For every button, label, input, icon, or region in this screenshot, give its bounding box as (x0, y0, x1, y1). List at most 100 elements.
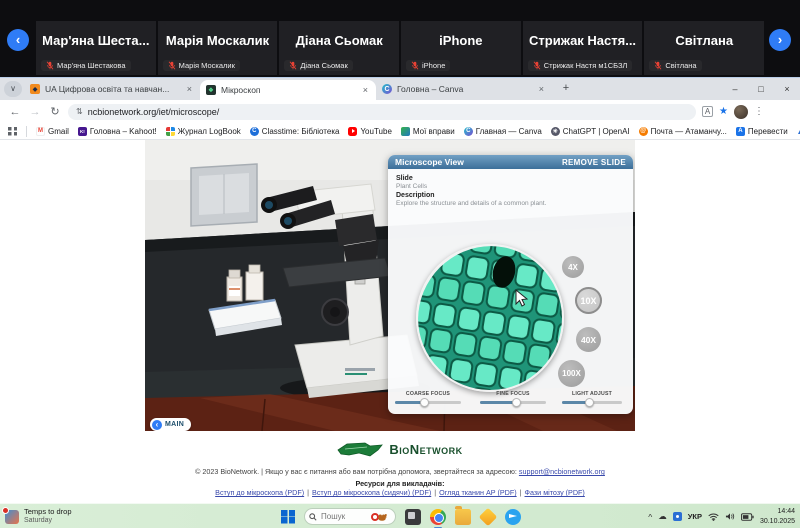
speaker-icon[interactable] (725, 512, 735, 521)
bookmark-mail[interactable]: @Почта — Атаманчу... (639, 127, 727, 136)
logbook-icon (166, 127, 175, 136)
bionetwork-logo: BioNetwork (0, 441, 800, 458)
weather-widget[interactable]: Temps to drop Saturday (5, 506, 72, 527)
participant-tile[interactable]: Діана Сьомак Діана Сьомак (279, 21, 399, 75)
main-button[interactable]: ‹ MAIN (150, 418, 191, 431)
chrome-taskbar-icon[interactable] (430, 509, 446, 525)
bookmark-logbook[interactable]: Журнал LogBook (166, 127, 241, 136)
mitosis-phases-link[interactable]: Фази мітозу (PDF) (525, 488, 585, 497)
exercises-icon (401, 127, 410, 136)
microscope-eyepiece-view[interactable] (416, 244, 564, 392)
resources-title: Ресурси для викладачів: (0, 479, 800, 488)
video-call-strip: ‹ Мар'яна Шеста... Мар'яна Шестакова Мар… (0, 0, 800, 77)
windows-taskbar: Temps to drop Saturday ^ ☁ (0, 503, 800, 528)
brand-name: BioNetwork (389, 442, 462, 457)
onedrive-cloud-icon[interactable]: ☁ (658, 511, 667, 522)
tray-app-icon[interactable] (673, 512, 682, 521)
maximize-button[interactable]: □ (748, 78, 774, 100)
mic-muted-icon (46, 61, 54, 70)
scroll-participants-right-button[interactable]: › (769, 29, 791, 51)
tissue-overview-link[interactable]: Огляд тканин AP (PDF) (439, 488, 517, 497)
participant-tile[interactable]: Стрижак Настя... Стрижак Настя м1СБЗЛ (523, 21, 643, 75)
participant-tile[interactable]: iPhone iPhone (401, 21, 521, 75)
browser-menu-icon[interactable]: ⋮ (754, 106, 764, 117)
taskbar-center (281, 504, 521, 528)
magnification-4x-button[interactable]: 4X (562, 256, 584, 278)
slider-thumb[interactable] (585, 398, 594, 407)
bookmark-exercises[interactable]: Мої вправи (401, 127, 455, 136)
page-content: Microscope View REMOVE SLIDE Slide Plant… (0, 140, 800, 503)
new-tab-button[interactable]: + (558, 81, 574, 97)
bookmark-star-icon[interactable]: ★ (719, 106, 728, 117)
tab-canva[interactable]: C Головна – Canva × (376, 78, 552, 100)
wifi-icon[interactable] (708, 512, 719, 521)
back-icon[interactable]: ← (8, 106, 22, 118)
resource-links: Вступ до мікроскопа (PDF)|Вступ до мікро… (0, 488, 800, 497)
bookmark-translate[interactable]: AПеревести (736, 127, 788, 136)
weather-title: Temps to drop (24, 507, 72, 516)
tab-microscope[interactable]: ❖ Мікроскоп × (200, 80, 376, 100)
slide-value: Plant Cells (396, 183, 625, 190)
tab-ua-osvita[interactable]: ◆ UA Цифрова освіта та навчан... × (24, 78, 200, 100)
translate-page-icon[interactable]: A (702, 106, 713, 117)
mic-muted-icon (654, 61, 662, 70)
translate-icon: A (736, 127, 745, 136)
clock[interactable]: 14:44 30.10.2025 (760, 507, 795, 525)
forward-icon[interactable]: → (28, 106, 42, 118)
site-info-icon[interactable]: ⇅ (76, 107, 83, 116)
minimize-button[interactable]: – (722, 78, 748, 100)
bookmark-gmail[interactable]: MGmail (36, 127, 69, 136)
battery-icon[interactable] (741, 513, 754, 521)
slider-thumb[interactable] (420, 398, 429, 407)
participant-chip: Стрижак Настя м1СБЗЛ (528, 60, 633, 71)
support-email-link[interactable]: support@ncbionetwork.org (519, 467, 605, 476)
bookmark-kahoot[interactable]: K!Головна – Kahoot! (78, 127, 157, 136)
magnification-40x-button[interactable]: 40X (576, 327, 601, 352)
task-view-icon[interactable] (405, 509, 421, 525)
bookmark-canva[interactable]: CГлавная — Canva (464, 127, 542, 136)
remove-slide-button[interactable]: REMOVE SLIDE (562, 158, 626, 167)
apps-grid-icon[interactable] (8, 127, 17, 136)
language-indicator[interactable]: УКР (688, 512, 702, 521)
taskbar-search[interactable] (304, 508, 396, 525)
bookmark-chatgpt[interactable]: ✳ChatGPT | OpenAI (551, 127, 630, 136)
light-adjust-slider[interactable]: LIGHT ADJUST (562, 391, 622, 404)
plant-cells-image (418, 246, 564, 392)
tab-search-button[interactable]: ∨ (4, 81, 22, 97)
participant-tile[interactable]: Марія Москалик Марія Москалик (158, 21, 278, 75)
close-tab-icon[interactable]: × (361, 85, 370, 95)
magnification-100x-button[interactable]: 100X (558, 360, 585, 387)
close-window-button[interactable]: × (774, 78, 800, 100)
participant-name: iPhone (439, 33, 482, 64)
fine-focus-slider[interactable]: FINE FOCUS (480, 391, 546, 404)
magnification-10x-button[interactable]: 10X (575, 287, 602, 314)
mic-muted-icon (411, 61, 419, 70)
file-explorer-icon[interactable] (455, 509, 471, 525)
bookmark-classtime[interactable]: CClasstime: Бібліотека (250, 127, 340, 136)
participant-name: Марія Москалик (166, 33, 269, 64)
start-button-icon[interactable] (281, 510, 295, 524)
mic-muted-icon (168, 61, 176, 70)
mic-muted-icon (289, 61, 297, 70)
bookmark-youtube[interactable]: YouTube (348, 127, 391, 136)
coarse-focus-slider[interactable]: COARSE FOCUS (395, 391, 461, 404)
intro-microscope-seated-link[interactable]: Вступ до мікроскопа (сидячи) (PDF) (312, 488, 431, 497)
slider-thumb[interactable] (512, 398, 521, 407)
search-highlight-icon[interactable] (371, 511, 387, 523)
profile-avatar[interactable] (734, 105, 748, 119)
intro-microscope-link[interactable]: Вступ до мікроскопа (PDF) (215, 488, 304, 497)
search-input[interactable] (321, 512, 367, 521)
scroll-participants-left-button[interactable]: ‹ (7, 29, 29, 51)
close-tab-icon[interactable]: × (537, 84, 546, 94)
participant-tile[interactable]: Світлана Світлана (644, 21, 764, 75)
hidden-icons-chevron-icon[interactable]: ^ (648, 512, 652, 522)
participant-tile[interactable]: Мар'яна Шеста... Мар'яна Шестакова (36, 21, 156, 75)
yellow-app-icon[interactable] (479, 507, 498, 526)
address-bar[interactable]: ⇅ ncbionetwork.org/iet/microscope/ (68, 104, 696, 120)
bookmarks-bar: MGmail K!Головна – Kahoot! Журнал LogBoo… (0, 123, 800, 140)
kahoot-icon: K! (78, 127, 87, 136)
telegram-app-icon[interactable] (505, 509, 521, 525)
reload-icon[interactable]: ↻ (48, 105, 62, 118)
close-tab-icon[interactable]: × (185, 84, 194, 94)
date: 30.10.2025 (760, 517, 795, 526)
